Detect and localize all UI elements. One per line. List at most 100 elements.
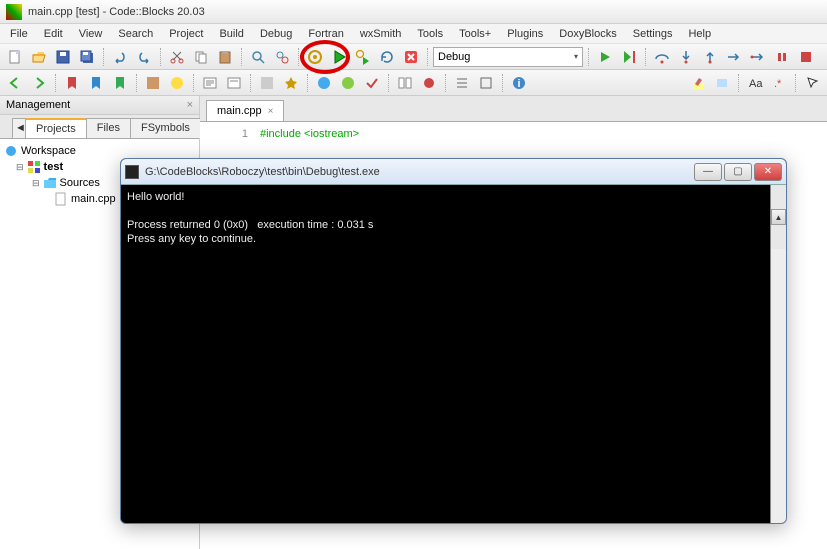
doxy-html-button[interactable] bbox=[313, 72, 335, 94]
run-to-cursor-button[interactable] bbox=[618, 46, 640, 68]
close-icon[interactable]: × bbox=[268, 106, 274, 117]
scroll-up-button[interactable]: ▲ bbox=[771, 209, 786, 225]
copy-button[interactable] bbox=[190, 46, 212, 68]
mgmt-tab-files[interactable]: Files bbox=[86, 118, 131, 138]
menu-build[interactable]: Build bbox=[211, 26, 251, 42]
nav-forward-button[interactable] bbox=[28, 72, 50, 94]
maximize-button[interactable]: ▢ bbox=[724, 163, 752, 181]
editor-tab-main[interactable]: main.cpp × bbox=[206, 100, 284, 121]
menu-view[interactable]: View bbox=[71, 26, 111, 42]
paste-button[interactable] bbox=[214, 46, 236, 68]
app-titlebar: main.cpp [test] - Code::Blocks 20.03 bbox=[0, 0, 827, 24]
build-target-combo[interactable]: Debug ▾ bbox=[433, 47, 583, 67]
fortran-button[interactable] bbox=[142, 72, 164, 94]
doxy-comment-button[interactable] bbox=[166, 72, 188, 94]
select-target-button[interactable] bbox=[475, 72, 497, 94]
mgmt-tab-fsymbols[interactable]: FSymbols bbox=[130, 118, 201, 138]
tree-workspace[interactable]: Workspace bbox=[4, 143, 195, 159]
selection-button[interactable] bbox=[711, 72, 733, 94]
abort-button[interactable] bbox=[400, 46, 422, 68]
highlight-button[interactable] bbox=[687, 72, 709, 94]
break-button[interactable] bbox=[771, 46, 793, 68]
menu-file[interactable]: File bbox=[2, 26, 36, 42]
editor-tabs: main.cpp × bbox=[200, 96, 827, 121]
breakpoint-button[interactable] bbox=[418, 72, 440, 94]
undo-button[interactable] bbox=[109, 46, 131, 68]
chevron-down-icon: ▾ bbox=[574, 52, 578, 61]
menu-doxyblocks[interactable]: DoxyBlocks bbox=[551, 26, 624, 42]
toggle-source-button[interactable] bbox=[451, 72, 473, 94]
regex-button[interactable]: .* bbox=[768, 72, 790, 94]
step-instruction-button[interactable] bbox=[747, 46, 769, 68]
menu-help[interactable]: Help bbox=[680, 26, 719, 42]
mgmt-tab-projects[interactable]: Projects bbox=[25, 118, 87, 138]
console-line: Hello world! bbox=[127, 191, 184, 203]
redo-button[interactable] bbox=[133, 46, 155, 68]
nav-back-button[interactable] bbox=[4, 72, 26, 94]
console-scrollbar[interactable]: ▲ ▼ bbox=[770, 185, 786, 523]
window-title: main.cpp [test] - Code::Blocks 20.03 bbox=[28, 6, 205, 18]
file-icon bbox=[54, 192, 68, 206]
diff-button[interactable] bbox=[394, 72, 416, 94]
new-file-button[interactable] bbox=[4, 46, 26, 68]
project-icon bbox=[27, 160, 41, 174]
doxy-chm-button[interactable] bbox=[337, 72, 359, 94]
menu-search[interactable]: Search bbox=[110, 26, 161, 42]
doxy-settings-button[interactable] bbox=[361, 72, 383, 94]
expander-icon[interactable]: ⊟ bbox=[16, 162, 24, 173]
step-over-button[interactable] bbox=[651, 46, 673, 68]
console-titlebar[interactable]: G:\CodeBlocks\Roboczy\test\bin\Debug\tes… bbox=[121, 159, 786, 185]
cut-button[interactable] bbox=[166, 46, 188, 68]
svg-text:Aa: Aa bbox=[749, 78, 763, 90]
replace-button[interactable] bbox=[271, 46, 293, 68]
tree-workspace-label: Workspace bbox=[21, 145, 76, 157]
bookmark-toggle-button[interactable] bbox=[61, 72, 83, 94]
menu-bar: File Edit View Search Project Build Debu… bbox=[0, 24, 827, 44]
svg-text:.*: .* bbox=[774, 78, 782, 90]
toolbar-row-2: i Aa .* bbox=[0, 70, 827, 96]
step-into-button[interactable] bbox=[675, 46, 697, 68]
build-button[interactable] bbox=[304, 46, 326, 68]
build-and-run-button[interactable] bbox=[352, 46, 374, 68]
bookmark-next-button[interactable] bbox=[109, 72, 131, 94]
console-window: G:\CodeBlocks\Roboczy\test\bin\Debug\tes… bbox=[120, 158, 787, 524]
tree-sources-label: Sources bbox=[60, 177, 100, 189]
close-button[interactable]: ✕ bbox=[754, 163, 782, 181]
menu-edit[interactable]: Edit bbox=[36, 26, 71, 42]
management-close-icon[interactable]: × bbox=[187, 99, 193, 111]
doxy-run-button[interactable] bbox=[256, 72, 278, 94]
menu-debug[interactable]: Debug bbox=[252, 26, 300, 42]
menu-wxsmith[interactable]: wxSmith bbox=[352, 26, 410, 42]
menu-fortran[interactable]: Fortran bbox=[300, 26, 351, 42]
open-button[interactable] bbox=[28, 46, 50, 68]
minimize-button[interactable]: — bbox=[694, 163, 722, 181]
bookmark-prev-button[interactable] bbox=[85, 72, 107, 94]
cursor-button[interactable] bbox=[801, 72, 823, 94]
run-button[interactable] bbox=[328, 46, 350, 68]
menu-project[interactable]: Project bbox=[161, 26, 211, 42]
doxy-block-button[interactable] bbox=[199, 72, 221, 94]
find-button[interactable] bbox=[247, 46, 269, 68]
info-button[interactable]: i bbox=[508, 72, 530, 94]
save-button[interactable] bbox=[52, 46, 74, 68]
save-all-button[interactable] bbox=[76, 46, 98, 68]
workspace-icon bbox=[4, 144, 18, 158]
menu-plugins[interactable]: Plugins bbox=[499, 26, 551, 42]
mgmt-nav-prev[interactable]: ◄ bbox=[12, 118, 26, 138]
line-number: 1 bbox=[200, 128, 248, 140]
menu-toolsplus[interactable]: Tools+ bbox=[451, 26, 499, 42]
step-out-button[interactable] bbox=[699, 46, 721, 68]
next-instruction-button[interactable] bbox=[723, 46, 745, 68]
menu-tools[interactable]: Tools bbox=[409, 26, 451, 42]
debug-run-button[interactable] bbox=[594, 46, 616, 68]
console-line: Process returned 0 (0x0) execution time … bbox=[127, 219, 373, 231]
doxy-wizard-button[interactable] bbox=[280, 72, 302, 94]
console-output[interactable]: Hello world! Process returned 0 (0x0) ex… bbox=[121, 185, 786, 523]
expander-icon[interactable]: ⊟ bbox=[32, 178, 40, 189]
stop-debug-button[interactable] bbox=[795, 46, 817, 68]
text-aa-button[interactable]: Aa bbox=[744, 72, 766, 94]
doxy-line-button[interactable] bbox=[223, 72, 245, 94]
menu-settings[interactable]: Settings bbox=[625, 26, 681, 42]
scroll-track[interactable] bbox=[771, 249, 786, 524]
rebuild-button[interactable] bbox=[376, 46, 398, 68]
